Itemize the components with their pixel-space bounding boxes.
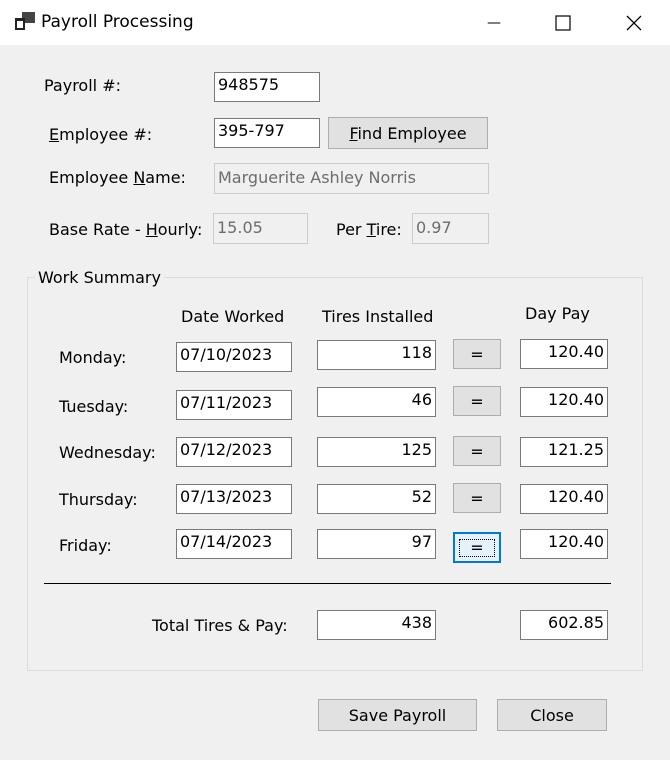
close-button[interactable]: Close [497,699,607,731]
calc-button-tuesday[interactable]: = [453,386,501,416]
base-rate-label: Base Rate - Hourly: [49,220,203,239]
pay-field-friday[interactable]: 120.40 [520,529,608,559]
close-icon [626,15,642,30]
employee-name-field: Marguerite Ashley Norris [214,163,489,194]
day-pay-header: Day Pay [525,304,590,323]
find-employee-button[interactable]: Find Employee [328,117,488,149]
date-input-tuesday[interactable]: 07/11/2023 [176,390,292,420]
day-label-wednesday: Wednesday: [59,443,156,462]
day-label-tuesday: Tuesday: [59,397,129,416]
payroll-number-label: Payroll #: [44,76,121,95]
calc-button-monday[interactable]: = [453,339,501,369]
pay-field-wednesday[interactable]: 121.25 [520,437,608,467]
maximize-button[interactable] [540,0,586,45]
date-input-wednesday[interactable]: 07/12/2023 [176,437,292,467]
close-window-button[interactable] [611,0,657,45]
save-payroll-button[interactable]: Save Payroll [318,699,477,731]
pay-field-thursday[interactable]: 120.40 [520,484,608,514]
calc-button-friday[interactable]: = [453,532,501,563]
pay-field-tuesday[interactable]: 120.40 [520,387,608,417]
totals-separator [44,583,611,584]
day-label-thursday: Thursday: [59,490,138,509]
tires-input-wednesday[interactable]: 125 [317,437,436,467]
minimize-icon: — [487,14,501,31]
app-icon [15,12,35,30]
pay-field-monday[interactable]: 120.40 [520,339,608,369]
base-rate-field: 15.05 [213,213,308,244]
date-input-friday[interactable]: 07/14/2023 [176,529,292,559]
tires-input-tuesday[interactable]: 46 [317,387,436,417]
tires-installed-header: Tires Installed [322,307,434,326]
employee-name-label: Employee Name: [49,168,186,187]
window-title: Payroll Processing [41,12,194,32]
employee-number-input[interactable]: 395-797 [214,118,320,148]
per-tire-label: Per Tire: [336,220,402,239]
per-tire-field: 0.97 [412,213,489,244]
employee-number-label: Employee #: [49,125,153,144]
minimize-button[interactable]: — [471,0,517,45]
calc-button-wednesday[interactable]: = [453,436,501,466]
title-bar[interactable]: Payroll Processing — [0,0,670,45]
work-summary-title: Work Summary [35,268,164,287]
date-input-monday[interactable]: 07/10/2023 [176,342,292,372]
maximize-icon [555,14,571,31]
tires-input-monday[interactable]: 118 [317,340,436,370]
day-label-friday: Friday: [59,536,112,555]
tires-input-thursday[interactable]: 52 [317,484,436,514]
total-pay-field[interactable]: 602.85 [520,610,608,640]
date-input-thursday[interactable]: 07/13/2023 [176,484,292,514]
date-worked-header: Date Worked [181,307,285,326]
tires-input-friday[interactable]: 97 [317,529,436,559]
payroll-number-input[interactable]: 948575 [214,72,320,102]
day-label-monday: Monday: [59,348,127,367]
calc-button-thursday[interactable]: = [453,483,501,513]
total-tires-field[interactable]: 438 [317,610,436,640]
total-label: Total Tires & Pay: [152,616,288,635]
